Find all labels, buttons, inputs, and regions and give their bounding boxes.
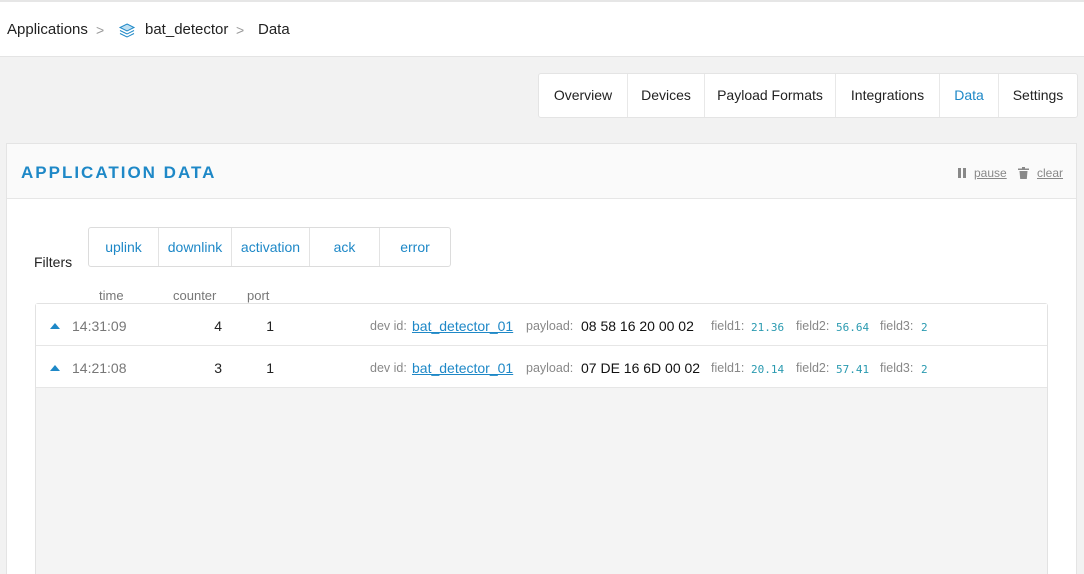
dev-id-label: dev id:	[370, 319, 407, 333]
field2-label: field2:	[796, 319, 830, 333]
pause-icon[interactable]	[958, 168, 966, 178]
column-header-counter: counter	[173, 288, 217, 303]
row-time: 14:21:08	[72, 360, 127, 376]
panel-header: APPLICATION DATA pause clear	[7, 144, 1076, 199]
filter-ack[interactable]: ack	[310, 228, 380, 266]
data-table: 14:31:09 4 1 dev id: bat_detector_01 pay…	[35, 303, 1048, 574]
field1-label: field1:	[711, 361, 745, 375]
field1-value: 20.14	[751, 363, 785, 376]
clear-button[interactable]: clear	[1037, 166, 1063, 180]
payload-label: payload:	[526, 319, 574, 333]
pause-button[interactable]: pause	[974, 166, 1007, 180]
dev-id-link[interactable]: bat_detector_01	[412, 318, 513, 334]
layers-icon	[118, 23, 136, 38]
breadcrumb-current: Data	[258, 21, 290, 38]
tab-data[interactable]: Data	[940, 74, 999, 117]
field3-value: 2	[921, 363, 928, 376]
column-header-port: port	[247, 288, 270, 303]
field3-value: 2	[921, 321, 928, 334]
column-header-time: time	[99, 288, 124, 303]
filter-uplink[interactable]: uplink	[89, 228, 159, 266]
field1-value: 21.36	[751, 321, 785, 334]
table-row[interactable]: 14:21:08 3 1 dev id: bat_detector_01 pay…	[36, 346, 1047, 388]
application-data-panel: APPLICATION DATA pause clear Filters upl…	[6, 143, 1077, 574]
payload-label: payload:	[526, 361, 574, 375]
row-port: 1	[266, 360, 274, 376]
triangle-up-icon[interactable]	[50, 323, 60, 329]
filters-label: Filters	[34, 254, 73, 270]
tab-overview[interactable]: Overview	[539, 74, 628, 117]
filter-error[interactable]: error	[380, 228, 450, 266]
tab-settings[interactable]: Settings	[999, 74, 1077, 117]
field1-label: field1:	[711, 319, 745, 333]
row-time: 14:31:09	[72, 318, 127, 334]
tab-integrations[interactable]: Integrations	[836, 74, 940, 117]
breadcrumb-applications-link[interactable]: Applications	[7, 21, 88, 39]
payload-value: 08 58 16 20 00 02	[581, 318, 694, 334]
tab-payload-formats[interactable]: Payload Formats	[705, 74, 836, 117]
tab-devices[interactable]: Devices	[628, 74, 705, 117]
filter-activation[interactable]: activation	[232, 228, 310, 266]
chevron-right-icon: >	[236, 22, 245, 38]
dev-id-link[interactable]: bat_detector_01	[412, 360, 513, 376]
table-row[interactable]: 14:31:09 4 1 dev id: bat_detector_01 pay…	[36, 304, 1047, 346]
dev-id-label: dev id:	[370, 361, 407, 375]
field3-label: field3:	[880, 319, 914, 333]
triangle-up-icon[interactable]	[50, 365, 60, 371]
field2-label: field2:	[796, 361, 830, 375]
field2-value: 57.41	[836, 363, 870, 376]
breadcrumb-app-link[interactable]: bat_detector	[145, 21, 228, 39]
row-counter: 4	[214, 318, 222, 334]
chevron-right-icon: >	[96, 22, 105, 38]
filter-group: uplink downlink activation ack error	[88, 227, 451, 267]
payload-value: 07 DE 16 6D 00 02	[581, 360, 701, 376]
trash-icon[interactable]	[1018, 167, 1029, 179]
app-tabs: Overview Devices Payload Formats Integra…	[538, 73, 1078, 118]
field3-label: field3:	[880, 361, 914, 375]
breadcrumb: Applications > bat_detector > Data	[0, 0, 1084, 57]
field2-value: 56.64	[836, 321, 870, 334]
row-counter: 3	[214, 360, 222, 376]
filter-downlink[interactable]: downlink	[159, 228, 232, 266]
row-port: 1	[266, 318, 274, 334]
panel-title: APPLICATION DATA	[21, 163, 217, 182]
